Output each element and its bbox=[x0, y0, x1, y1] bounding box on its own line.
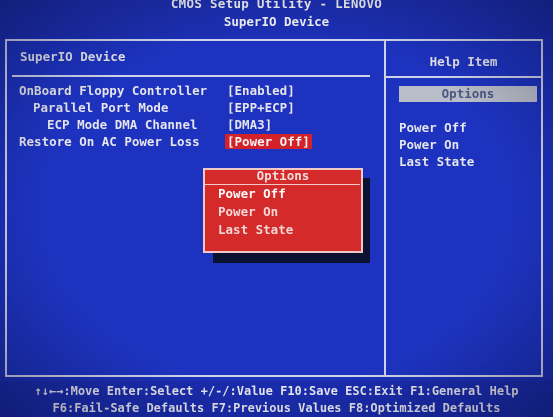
help-divider bbox=[386, 76, 541, 78]
setting-label-parallel-mode: Parallel Port Mode bbox=[33, 100, 169, 115]
section-title: SuperIO Device bbox=[20, 49, 126, 64]
setting-value-ecp-dma[interactable]: [DMA3] bbox=[227, 117, 272, 132]
setting-value-floppy[interactable]: [Enabled] bbox=[227, 83, 295, 98]
popup-title: Options bbox=[256, 168, 310, 183]
utility-title: CMOS Setup Utility - LENOVO bbox=[170, 0, 383, 11]
help-option-power-off: Power Off bbox=[399, 120, 467, 135]
section-divider bbox=[12, 75, 370, 77]
setting-value-restore-ac[interactable]: [Power Off] bbox=[225, 134, 312, 149]
bios-screen: CMOS Setup Utility - LENOVO SuperIO Devi… bbox=[0, 0, 553, 417]
setting-value-parallel-mode[interactable]: [EPP+ECP] bbox=[227, 100, 295, 115]
page-title: SuperIO Device bbox=[223, 14, 330, 29]
help-option-last-state: Last State bbox=[399, 154, 475, 169]
help-options-header: Options bbox=[399, 86, 537, 102]
setting-label-floppy: OnBoard Floppy Controller bbox=[19, 83, 208, 98]
help-title: Help Item bbox=[429, 54, 498, 69]
key-help-line-1: ↑↓←→:Move Enter:Select +/-/:Value F10:Sa… bbox=[34, 384, 519, 398]
popup-option-last-state[interactable]: Last State bbox=[218, 222, 293, 237]
popup-option-power-on[interactable]: Power On bbox=[218, 204, 278, 219]
panel-divider bbox=[384, 41, 386, 375]
help-option-power-on: Power On bbox=[399, 137, 460, 152]
setting-label-ecp-dma: ECP Mode DMA Channel bbox=[47, 117, 198, 132]
popup-title-divider bbox=[205, 184, 360, 185]
key-help-line-2: F6:Fail-Safe Defaults F7:Previous Values… bbox=[52, 401, 501, 415]
popup-option-power-off[interactable]: Power Off bbox=[218, 186, 286, 201]
setting-label-restore-ac: Restore On AC Power Loss bbox=[19, 134, 200, 149]
